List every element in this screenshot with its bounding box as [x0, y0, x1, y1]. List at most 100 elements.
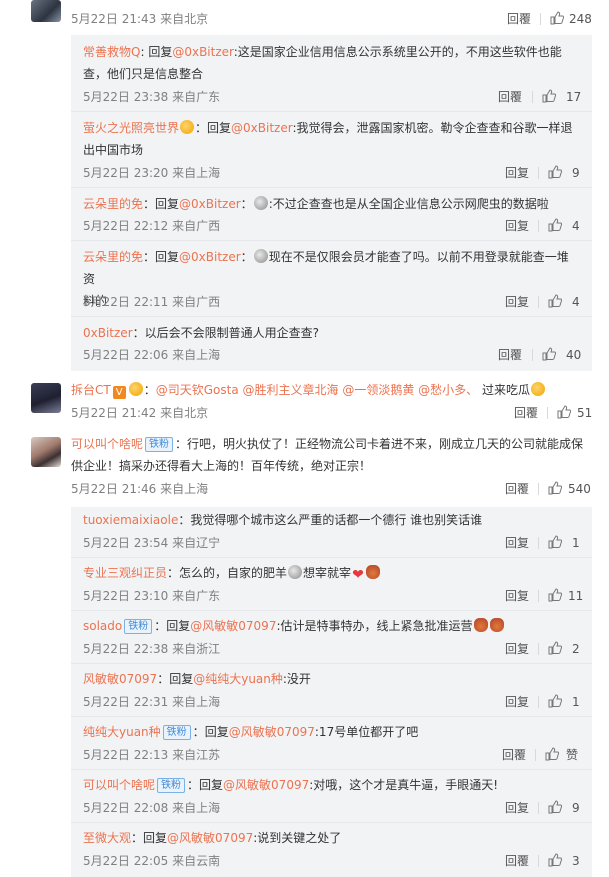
divider [538, 643, 539, 655]
username[interactable]: 云朵里的免 [83, 250, 143, 264]
reply-button[interactable]: 回覆 [505, 481, 529, 497]
mention-link[interactable]: @风敏敏07097 [223, 778, 309, 792]
thumbs-up-icon[interactable] [548, 853, 562, 867]
thumbs-up-icon[interactable] [548, 535, 562, 549]
comment-time: 5月22日 21:43 来自北京 [71, 12, 209, 26]
divider [535, 749, 536, 761]
sheep-emoji-icon [288, 565, 303, 579]
like-count: 51 [577, 406, 593, 420]
reply-time: 5月22日 22:13 来自江苏 [83, 748, 221, 762]
reply-time: 5月22日 22:11 来自广西 [83, 295, 221, 309]
avatar[interactable] [31, 437, 61, 467]
mention-link[interactable]: @纯纯大yuan种 [193, 672, 283, 686]
thumbs-up-icon[interactable] [542, 89, 556, 103]
reply-button[interactable]: 回复 [505, 588, 529, 604]
mention-link[interactable]: @风敏敏07097 [229, 725, 315, 739]
reply-button[interactable]: 回覆 [507, 11, 531, 27]
thumbs-up-icon[interactable] [548, 218, 562, 232]
avatar[interactable] [31, 0, 61, 22]
username[interactable]: 专业三观纠正员 [83, 566, 167, 580]
avatar[interactable] [31, 383, 61, 413]
emoji-icon [489, 618, 504, 632]
heart-icon: ❤ [352, 567, 364, 583]
mention-link[interactable]: @司天钦Gosta @胜利主义章北海 @一领淡鹅黄 @愁小多、 [156, 383, 478, 397]
mention-link[interactable]: @0xBitzer [179, 197, 241, 211]
reply-text: 云朵里的免：回复@0xBitzer：:不过企查查也是从全国企业信息公示网爬虫的数… [83, 196, 549, 211]
reply-button[interactable]: 回复 [505, 800, 529, 816]
username[interactable]: 0xBitzer [83, 326, 133, 340]
thumbs-up-icon[interactable] [548, 800, 562, 814]
reply-time: 5月22日 22:12 来自广西 [83, 219, 221, 233]
reply-time: 5月22日 22:31 来自上海 [83, 695, 221, 709]
reply-button[interactable]: 回覆 [514, 405, 538, 421]
username[interactable]: 可以叫个啥呢 [83, 778, 155, 792]
username[interactable]: solado [83, 619, 122, 633]
thumbs-up-icon[interactable] [545, 747, 559, 761]
reply-time: 5月22日 23:10 来自广东 [83, 589, 221, 603]
reply-button[interactable]: 回复 [505, 641, 529, 657]
fan-badge: 铁粉 [157, 778, 186, 793]
divider [71, 716, 592, 717]
divider [538, 220, 539, 232]
username[interactable]: 拆台CT [71, 383, 111, 397]
username[interactable]: 云朵里的免 [83, 197, 143, 211]
reply-button[interactable]: 回复 [505, 218, 529, 234]
username[interactable]: 萤火之光照亮世界 [83, 121, 179, 135]
username[interactable]: 至微大观 [83, 831, 131, 845]
thumbs-up-icon[interactable] [548, 694, 562, 708]
reply-text: 专业三观纠正员：怎么的，自家的肥羊 想宰就宰❤ [83, 562, 583, 586]
reply-text: 0xBitzer：以后会不会限制普通人用企查查? [83, 326, 320, 340]
reply-text: 纯纯大yuan种 铁粉 ：回复@风敏敏07097:17号单位都开了吧 [83, 725, 419, 740]
divider [538, 537, 539, 549]
divider [71, 610, 592, 611]
reply-button[interactable]: 回覆 [498, 89, 522, 105]
fan-badge: 铁粉 [124, 619, 153, 634]
mention-link[interactable]: @0xBitzer [172, 45, 233, 59]
username[interactable]: 可以叫个啥呢 [71, 437, 143, 451]
reply-button[interactable]: 回覆 [505, 853, 529, 869]
thumbs-up-icon[interactable] [548, 588, 562, 602]
like-count: 9 [572, 166, 580, 180]
like-count: 248 [569, 12, 592, 26]
mention-link[interactable]: @0xBitzer [179, 250, 241, 264]
thumbs-up-icon[interactable] [557, 405, 571, 419]
mention-link[interactable]: @风敏敏07097 [190, 619, 276, 633]
reply-button[interactable]: 回复 [505, 294, 529, 310]
thumbs-up-icon[interactable] [548, 294, 562, 308]
username[interactable]: 风敏敏07097 [83, 672, 157, 686]
reply-button[interactable]: 回复 [505, 165, 529, 181]
like-count: 4 [572, 219, 580, 233]
reply-button[interactable]: 回复 [505, 694, 529, 710]
reply-text: 可以叫个啥呢 铁粉 ：回复@风敏敏07097:对哦，这个才是真牛逼，手眼通天! [83, 778, 499, 793]
mention-link[interactable]: @0xBitzer [231, 121, 292, 135]
username[interactable]: tuoxiemaixiaole [83, 513, 178, 527]
reply-text: tuoxiemaixiaole：我觉得哪个城市这么严重的话都一个德行 谁也别笑话… [83, 513, 483, 527]
username[interactable]: 常善救物Q [83, 45, 140, 59]
like-count: 9 [572, 801, 580, 815]
reply-button[interactable]: 回覆 [498, 347, 522, 363]
emoji-icon [253, 249, 268, 263]
reply-button[interactable]: 回覆 [502, 747, 526, 763]
like-count: 540 [568, 482, 591, 496]
divider [538, 296, 539, 308]
fan-badge: 铁粉 [145, 437, 174, 452]
reply-time: 5月22日 23:54 来自辽宁 [83, 536, 221, 550]
thumbs-up-icon[interactable] [548, 165, 562, 179]
fan-badge: 铁粉 [162, 725, 191, 740]
username[interactable]: 纯纯大yuan种 [83, 725, 161, 739]
divider [540, 13, 541, 25]
mention-link[interactable]: @风敏敏07097 [167, 831, 253, 845]
thumbs-up-icon[interactable] [548, 481, 562, 495]
divider [71, 769, 592, 770]
thumbs-up-icon[interactable] [548, 641, 562, 655]
like-count: 11 [568, 589, 584, 603]
divider [71, 663, 592, 664]
thumbs-up-icon[interactable] [542, 347, 556, 361]
divider [71, 111, 592, 112]
reply-time: 5月22日 22:38 来自浙江 [83, 642, 221, 656]
like-count: 赞 [566, 748, 579, 762]
like-count: 3 [572, 854, 580, 868]
divider [532, 91, 533, 103]
reply-button[interactable]: 回复 [505, 535, 529, 551]
thumbs-up-icon[interactable] [550, 11, 564, 25]
